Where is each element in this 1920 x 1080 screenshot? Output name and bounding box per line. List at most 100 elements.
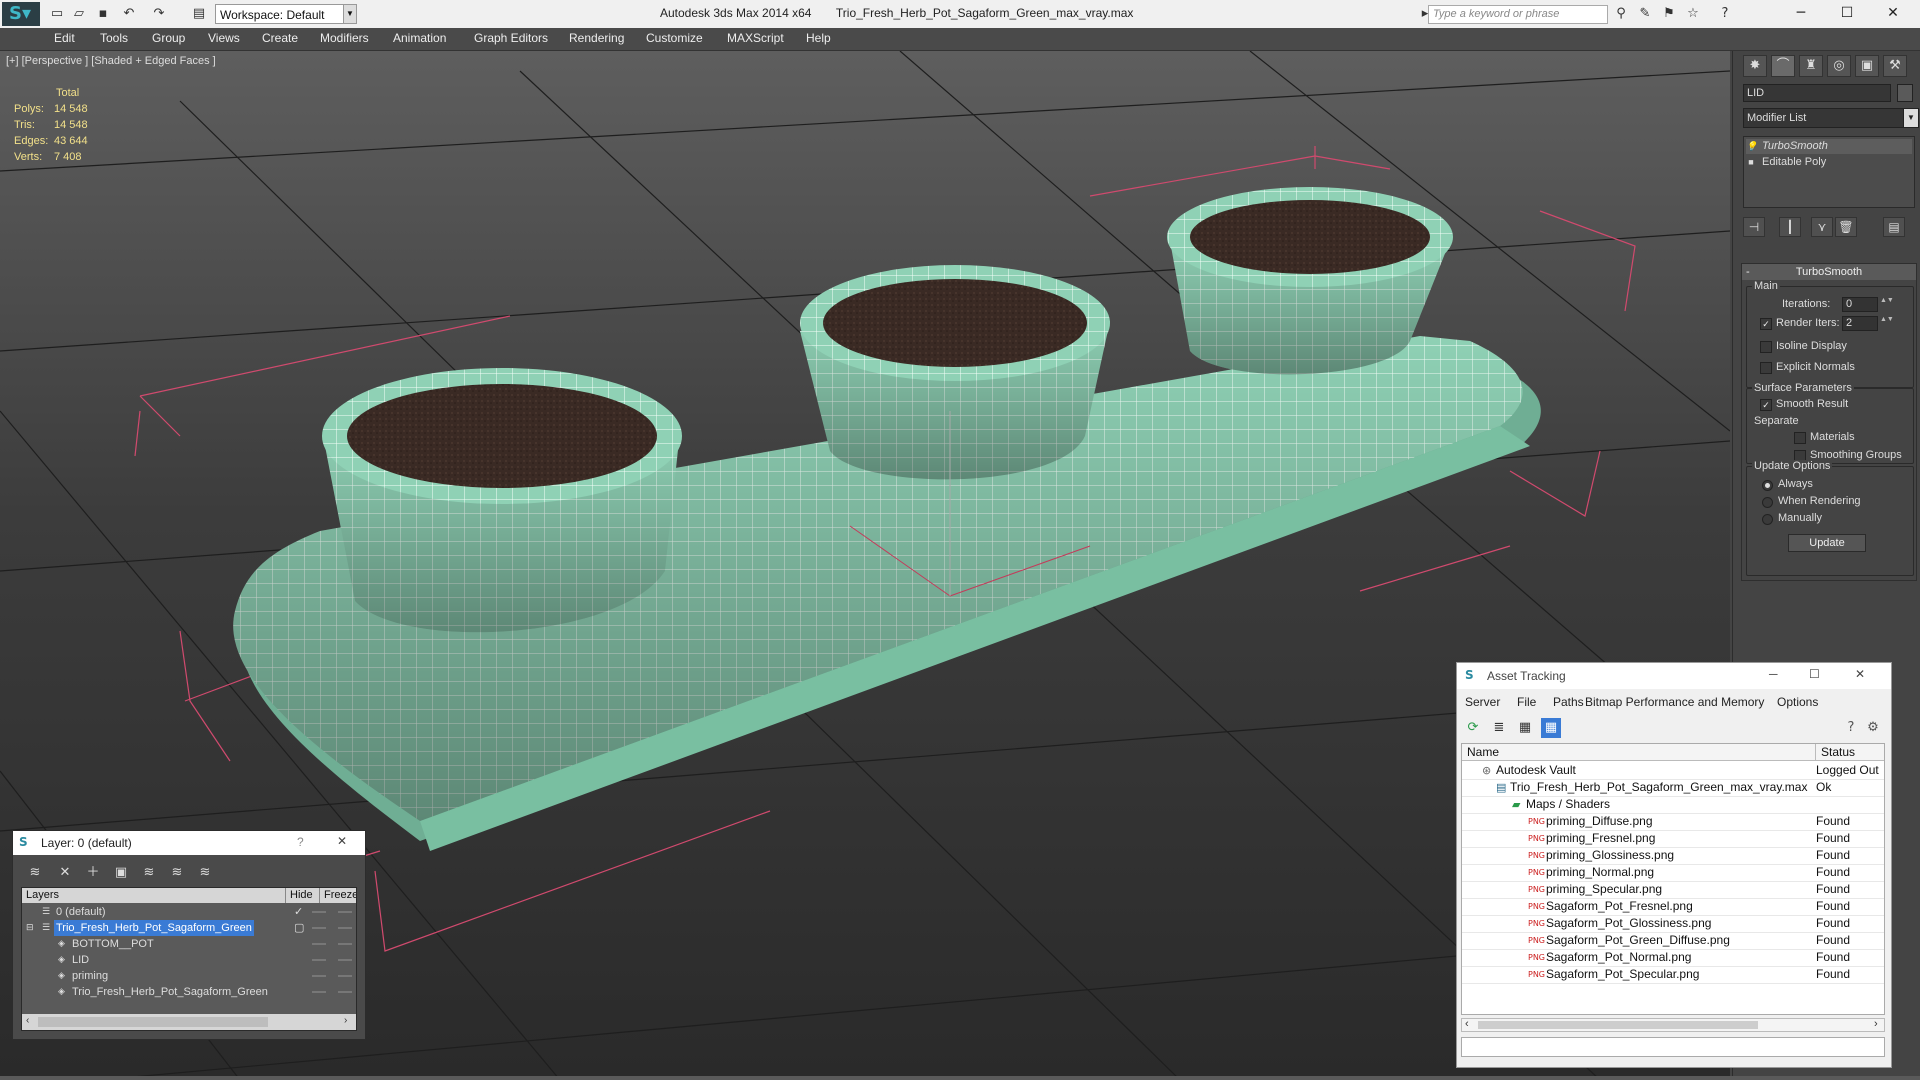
select-highlighted-icon[interactable]: ≋ bbox=[139, 863, 159, 883]
asset-row[interactable]: ▰ Maps / Shaders bbox=[1462, 796, 1884, 814]
menu-create[interactable]: Create bbox=[262, 31, 298, 45]
menu-paths[interactable]: Paths bbox=[1553, 695, 1584, 709]
make-unique-icon[interactable]: ⋎ bbox=[1811, 217, 1833, 237]
menu-tools[interactable]: Tools bbox=[100, 31, 128, 45]
scroll-right-icon[interactable]: › bbox=[344, 1015, 347, 1026]
settings-icon[interactable]: ⚙ bbox=[1863, 718, 1883, 738]
manually-radio[interactable] bbox=[1762, 514, 1773, 525]
menu-server[interactable]: Server bbox=[1465, 695, 1500, 709]
save-icon[interactable]: ▪ bbox=[94, 5, 112, 23]
hide-all-icon[interactable]: ≋ bbox=[195, 863, 215, 883]
asset-row[interactable]: PNG Sagaform_Pot_Glossiness.png Found bbox=[1462, 915, 1884, 933]
modifier-list-dropdown[interactable]: Modifier List bbox=[1743, 108, 1905, 128]
configure-sets-icon[interactable]: ▤ bbox=[1883, 217, 1905, 237]
chevron-down-icon[interactable]: ▼ bbox=[343, 4, 357, 24]
freeze-toggle[interactable] bbox=[338, 991, 352, 993]
workspace-dropdown[interactable]: Workspace: Default bbox=[215, 4, 357, 24]
asset-row[interactable]: PNG Sagaform_Pot_Specular.png Found bbox=[1462, 966, 1884, 984]
create-tab-icon[interactable]: ✸ bbox=[1743, 55, 1767, 77]
menu-edit[interactable]: Edit bbox=[54, 31, 75, 45]
help-button[interactable]: ? bbox=[297, 835, 304, 849]
thumbnail-view-icon[interactable]: ▦ bbox=[1515, 718, 1535, 738]
motion-tab-icon[interactable]: ◎ bbox=[1827, 55, 1851, 77]
smooth-result-checkbox[interactable]: ✓ bbox=[1760, 399, 1772, 411]
asset-row[interactable]: PNG priming_Normal.png Found bbox=[1462, 864, 1884, 882]
layer-row[interactable]: ◈ priming bbox=[22, 968, 356, 984]
update-button[interactable]: Update bbox=[1788, 534, 1866, 552]
column-header-name[interactable]: Name bbox=[1462, 744, 1816, 761]
current-layer-box-icon[interactable]: ▢ bbox=[294, 920, 304, 936]
always-radio[interactable] bbox=[1762, 480, 1773, 491]
collapse-icon[interactable]: ⊟ bbox=[26, 920, 34, 936]
table-view-icon[interactable]: ▦ bbox=[1541, 718, 1561, 738]
layer-row[interactable]: ◈ Trio_Fresh_Herb_Pot_Sagaform_Green bbox=[22, 984, 356, 1000]
modify-tab-icon[interactable]: ⌒ bbox=[1771, 55, 1795, 77]
menu-help[interactable]: Help bbox=[806, 31, 831, 45]
binoculars-icon[interactable]: ⚲ bbox=[1612, 6, 1630, 22]
asset-row[interactable]: PNG priming_Diffuse.png Found bbox=[1462, 813, 1884, 831]
minimize-button[interactable]: ─ bbox=[1778, 0, 1824, 26]
materials-checkbox[interactable] bbox=[1794, 432, 1806, 444]
hide-toggle[interactable] bbox=[312, 975, 326, 977]
menu-animation[interactable]: Animation bbox=[393, 31, 446, 45]
freeze-toggle[interactable] bbox=[338, 959, 352, 961]
hide-toggle[interactable] bbox=[312, 943, 326, 945]
list-view-icon[interactable]: ≣ bbox=[1489, 718, 1509, 738]
asset-row[interactable]: ▤ Trio_Fresh_Herb_Pot_Sagaform_Green_max_… bbox=[1462, 779, 1884, 797]
stack-item-editable-poly[interactable]: ■ Editable Poly bbox=[1746, 155, 1912, 170]
hide-toggle[interactable] bbox=[312, 911, 326, 913]
horizontal-scrollbar[interactable]: ‹ › bbox=[1461, 1018, 1885, 1032]
layer-dialog-titlebar[interactable]: S Layer: 0 (default) ? ✕ bbox=[13, 831, 365, 855]
search-input[interactable]: Type a keyword or phrase bbox=[1428, 5, 1608, 24]
redo-icon[interactable]: ↷ bbox=[150, 5, 168, 23]
close-icon[interactable]: ✕ bbox=[1855, 667, 1865, 681]
freeze-toggle[interactable] bbox=[338, 975, 352, 977]
communication-center-icon[interactable]: ⚑ bbox=[1660, 6, 1678, 22]
layer-row[interactable]: ⊟ ☰ Trio_Fresh_Herb_Pot_Sagaform_Green ▢ bbox=[22, 920, 356, 936]
pin-stack-icon[interactable]: ⊣ bbox=[1743, 217, 1765, 237]
undo-icon[interactable]: ↶ bbox=[120, 5, 138, 23]
highlight-selected-icon[interactable]: ≋ bbox=[167, 863, 187, 883]
asset-row[interactable]: PNG priming_Fresnel.png Found bbox=[1462, 830, 1884, 848]
menu-rendering[interactable]: Rendering bbox=[569, 31, 624, 45]
remove-modifier-icon[interactable]: 🗑 bbox=[1835, 217, 1857, 237]
menu-modifiers[interactable]: Modifiers bbox=[320, 31, 369, 45]
maximize-button[interactable]: ☐ bbox=[1809, 667, 1820, 681]
chevron-down-icon[interactable]: ▼ bbox=[1903, 108, 1919, 128]
lightbulb-icon[interactable]: 💡 bbox=[1746, 139, 1757, 154]
delete-layer-icon[interactable]: ✕ bbox=[55, 863, 75, 883]
open-file-icon[interactable]: ▱ bbox=[70, 5, 88, 23]
menu-customize[interactable]: Customize bbox=[646, 31, 703, 45]
select-objects-icon[interactable]: ▣ bbox=[111, 863, 131, 883]
menu-views[interactable]: Views bbox=[208, 31, 240, 45]
display-tab-icon[interactable]: ▣ bbox=[1855, 55, 1879, 77]
layer-row[interactable]: ◈ LID bbox=[22, 952, 356, 968]
scroll-right-icon[interactable]: › bbox=[1874, 1018, 1878, 1030]
help-icon[interactable]: ? bbox=[1841, 718, 1861, 738]
spinner-arrows-icon[interactable]: ▲▼ bbox=[1880, 297, 1894, 312]
menu-bitmap-performance[interactable]: Bitmap Performance and Memory bbox=[1585, 695, 1764, 709]
scroll-left-icon[interactable]: ‹ bbox=[1465, 1018, 1469, 1030]
layer-row[interactable]: ☰ 0 (default) ✓ bbox=[22, 904, 356, 920]
stack-item-turbosmooth[interactable]: 💡 TurboSmooth bbox=[1746, 139, 1912, 154]
favorites-icon[interactable]: ☆ bbox=[1684, 6, 1702, 22]
isoline-checkbox[interactable] bbox=[1760, 341, 1772, 353]
hide-toggle[interactable] bbox=[312, 927, 326, 929]
menu-file[interactable]: File bbox=[1517, 695, 1536, 709]
column-header-status[interactable]: Status bbox=[1816, 744, 1884, 761]
scroll-thumb[interactable] bbox=[1478, 1021, 1758, 1029]
horizontal-scrollbar[interactable]: ‹ › bbox=[22, 1014, 356, 1030]
maximize-button[interactable]: ☐ bbox=[1824, 0, 1870, 26]
viewport-label[interactable]: [+] [Perspective ] [Shaded + Edged Faces… bbox=[6, 55, 216, 67]
explicit-normals-checkbox[interactable] bbox=[1760, 362, 1772, 374]
create-layer-icon[interactable]: ＋ bbox=[83, 863, 103, 883]
new-file-icon[interactable]: ▭ bbox=[48, 5, 66, 23]
render-iters-spinner[interactable]: 2 bbox=[1842, 316, 1878, 331]
scroll-left-icon[interactable]: ‹ bbox=[26, 1015, 29, 1026]
spinner-arrows-icon[interactable]: ▲▼ bbox=[1880, 316, 1894, 331]
asset-row[interactable]: ⊛ Autodesk Vault Logged Out bbox=[1462, 762, 1884, 780]
hide-toggle[interactable] bbox=[312, 959, 326, 961]
asset-row[interactable]: PNG priming_Specular.png Found bbox=[1462, 881, 1884, 899]
render-iters-checkbox[interactable]: ✓ bbox=[1760, 318, 1772, 330]
show-end-result-icon[interactable]: ┃ bbox=[1779, 217, 1801, 237]
